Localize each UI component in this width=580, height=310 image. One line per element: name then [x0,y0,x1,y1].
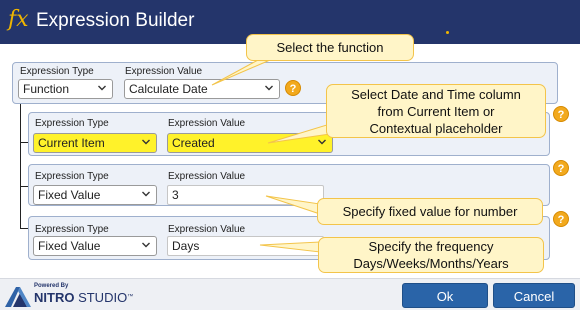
tree-connector [20,104,21,228]
select-value: Created [172,136,215,150]
expression-type-label: Expression Type [35,224,109,235]
ok-button[interactable]: Ok [402,283,488,308]
expression-value-label: Expression Value [168,224,246,235]
brand-tm: ™ [127,294,134,300]
brand-bold: NITRO [34,290,75,305]
help-icon[interactable]: ? [553,106,569,122]
select-value: Calculate Date [129,82,208,96]
chevron-down-icon [142,139,150,145]
chevron-down-icon [265,85,273,91]
expression-value-select[interactable]: Calculate Date [124,79,280,99]
expression-value-input[interactable]: 3 [167,185,324,205]
callout-text: Specify fixed value for number [342,204,518,219]
callout-text: Select Date and Time column [351,86,521,102]
tree-connector [20,186,28,187]
select-value: Fixed Value [38,188,101,202]
nitro-logo-icon [5,287,31,307]
brand-name: NITRO STUDIO™ [34,290,133,305]
expression-value-label: Expression Value [168,118,246,129]
chevron-down-icon [318,139,326,145]
tree-connector [20,228,28,229]
title-decoration [446,31,449,34]
cancel-button[interactable]: Cancel [493,283,575,308]
expression-type-select[interactable]: Fixed Value [33,185,157,205]
expression-type-label: Expression Type [20,66,94,77]
callout-fixed-value: Specify fixed value for number [317,198,543,225]
expression-type-label: Expression Type [35,171,109,182]
chevron-down-icon [142,242,150,248]
tree-connector [20,142,28,143]
brand-rest: STUDIO [74,290,128,305]
expression-value-label: Expression Value [168,171,246,182]
select-value: Current Item [38,136,105,150]
expression-value-label: Expression Value [125,66,203,77]
expression-value-input[interactable]: Days [167,236,324,256]
callout-text: Contextual placeholder [369,120,503,136]
select-value: Function [23,82,70,96]
help-icon[interactable]: ? [553,211,569,227]
expression-type-label: Expression Type [35,118,109,129]
callout-text: Days/Weeks/Months/Years [353,256,509,271]
help-icon[interactable]: ? [553,160,569,176]
chevron-down-icon [142,191,150,197]
callout-text: Select the function [276,40,384,55]
callout-select-function: Select the function [246,34,414,61]
powered-by-label: Powered By [34,283,69,289]
expression-type-select[interactable]: Current Item [33,133,157,153]
help-icon[interactable]: ? [285,80,301,96]
callout-frequency: Specify the frequency Days/Weeks/Months/… [318,237,544,273]
callout-select-date-column: Select Date and Time column from Current… [326,84,546,138]
expression-type-select[interactable]: Fixed Value [33,236,157,256]
window-title: Expression Builder [36,10,195,31]
select-value: Fixed Value [38,239,101,253]
expression-type-select[interactable]: Function [18,79,113,99]
callout-text: from Current Item or [377,103,495,119]
chevron-down-icon [98,85,106,91]
callout-text: Specify the frequency [368,239,494,254]
fx-icon: fx [8,7,29,32]
expression-value-select[interactable]: Created [167,133,333,153]
